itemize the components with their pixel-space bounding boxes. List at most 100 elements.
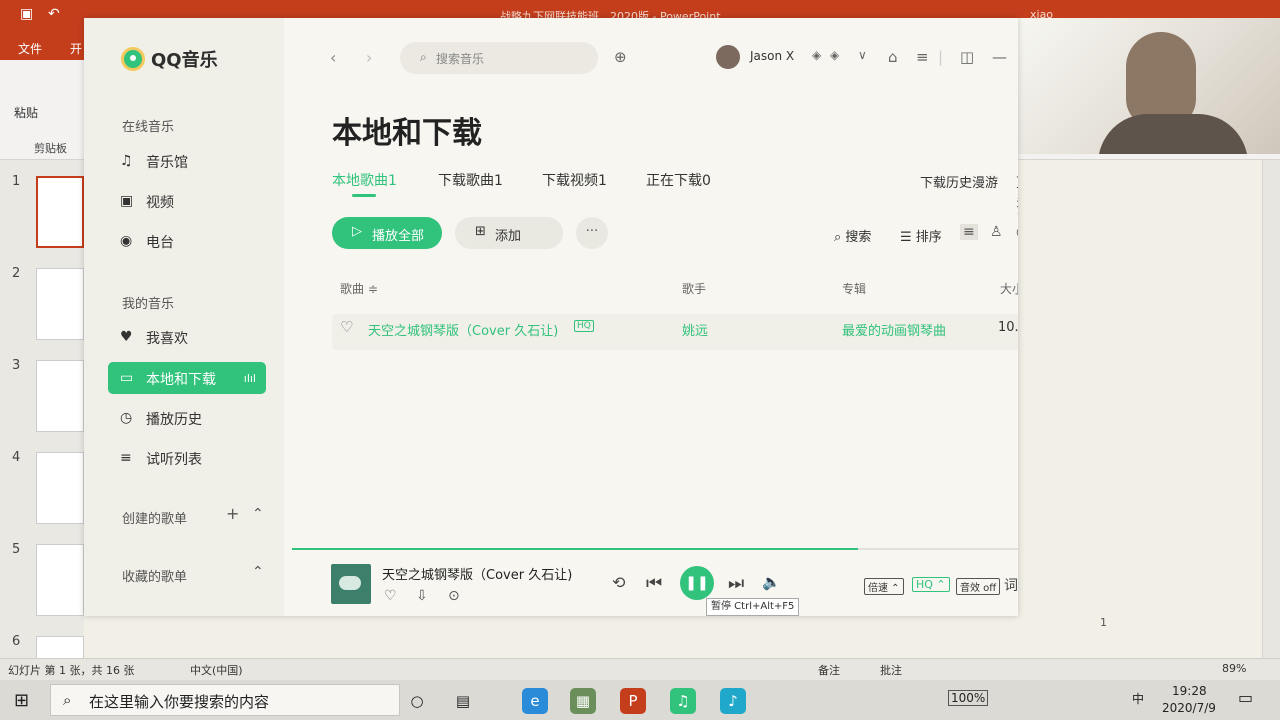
repeat-icon[interactable]: ⟲: [612, 573, 625, 592]
artist-view-icon[interactable]: ♙: [990, 224, 1003, 240]
music-note-icon: ♫: [120, 153, 133, 169]
presenter-shoulders: [1098, 114, 1248, 154]
avatar[interactable]: [716, 45, 740, 69]
now-playing-title[interactable]: 天空之城钢琴版（Cover 久石让): [382, 564, 572, 583]
chevron-up-icon[interactable]: ⌃: [252, 564, 264, 580]
comments-button[interactable]: 批注: [880, 662, 902, 678]
list-view-icon[interactable]: ≡: [960, 224, 978, 240]
more-actions-button[interactable]: ···: [576, 217, 608, 249]
back-arrow-icon[interactable]: ‹: [330, 48, 336, 67]
username[interactable]: Jason X: [750, 49, 794, 63]
chevron-down-icon[interactable]: ∨: [858, 48, 867, 62]
sidebar-item-play-history[interactable]: ◷ 播放历史: [108, 402, 266, 434]
tab-home[interactable]: 开: [70, 40, 82, 57]
battery-indicator[interactable]: 100%: [948, 690, 989, 706]
minimize-icon[interactable]: —: [992, 48, 1007, 66]
slide-thumbnail[interactable]: [36, 268, 84, 340]
local-search-button[interactable]: ⌕ 搜索: [834, 226, 871, 245]
pause-button[interactable]: ❚❚: [680, 566, 714, 600]
lyrics-button[interactable]: 词: [1004, 575, 1018, 595]
language-status[interactable]: 中文(中国): [190, 662, 243, 678]
like-heart-icon[interactable]: ♡: [340, 318, 353, 336]
zoom-level[interactable]: 89%: [1222, 662, 1246, 675]
sidebar-item-trial-list[interactable]: ≡ 试听列表: [108, 442, 266, 474]
created-playlists-label: 创建的歌单: [122, 512, 188, 527]
play-all-button[interactable]: ▷ 播放全部: [332, 217, 442, 249]
column-header-song[interactable]: 歌曲 ≑: [340, 280, 378, 297]
tab-file[interactable]: 文件: [18, 40, 42, 57]
sort-label: 排序: [915, 230, 942, 245]
tab-downloaded-videos[interactable]: 下载视频1: [542, 170, 607, 190]
windows-start-icon[interactable]: ⊞: [14, 690, 29, 711]
taskbar-search[interactable]: ⌕ 在这里输入你要搜索的内容: [50, 684, 400, 716]
download-icon[interactable]: ⇩: [416, 588, 428, 604]
clock-date[interactable]: 2020/7/9: [1162, 701, 1216, 715]
sidebar-item-music-hall[interactable]: ♫ 音乐馆: [108, 145, 266, 177]
vip-badge-icon[interactable]: ◈: [812, 48, 821, 62]
artist-name[interactable]: 姚远: [682, 320, 708, 339]
undo-icon[interactable]: ↶: [48, 6, 60, 22]
skin-icon[interactable]: ⌂: [888, 48, 898, 66]
edge-icon[interactable]: e: [522, 688, 548, 714]
album-name[interactable]: 最爱的动画钢琴曲: [842, 320, 946, 339]
slide-thumbnail[interactable]: [36, 636, 84, 660]
heart-icon[interactable]: ♡: [384, 588, 397, 604]
slide-thumbnail[interactable]: [36, 176, 84, 248]
more-dropdown[interactable]: 更多 ∨: [1016, 172, 1018, 225]
level-badge-icon[interactable]: ◈: [830, 48, 839, 62]
slide-thumbnail[interactable]: [36, 544, 84, 616]
sidebar-item-label: 电台: [146, 235, 174, 251]
sidebar-item-favorites[interactable]: ♥ 我喜欢: [108, 321, 266, 353]
music-app-icon[interactable]: ♪: [720, 688, 746, 714]
mini-mode-icon[interactable]: ◫: [960, 48, 974, 66]
sound-effect-button[interactable]: 音效 off: [956, 578, 1001, 595]
tooltip: 暂停 Ctrl+Alt+F5: [706, 598, 800, 616]
volume-icon[interactable]: 🔈: [762, 573, 781, 591]
paste-button[interactable]: 粘贴: [14, 104, 38, 121]
quality-label: HQ: [916, 578, 933, 591]
download-history-link[interactable]: 下载历史漫游: [920, 172, 998, 191]
tab-downloading[interactable]: 正在下载0: [646, 170, 711, 190]
tab-local-songs[interactable]: 本地歌曲1: [332, 170, 397, 190]
notes-button[interactable]: 备注: [818, 662, 840, 678]
speed-button[interactable]: 倍速 ⌃: [864, 578, 904, 595]
ime-indicator[interactable]: 中: [1132, 690, 1144, 707]
slide-thumbnail[interactable]: [36, 452, 84, 524]
add-button[interactable]: ⊞ 添加: [455, 217, 563, 249]
forward-arrow-icon[interactable]: ›: [366, 48, 372, 67]
app-icon[interactable]: ▦: [570, 688, 596, 714]
powerpoint-icon[interactable]: P: [620, 688, 646, 714]
clock-time[interactable]: 19:28: [1172, 684, 1207, 698]
album-view-icon[interactable]: ◎: [1016, 224, 1018, 240]
slide-canvas[interactable]: [1104, 160, 1260, 660]
search-input[interactable]: ⌕ 搜索音乐: [400, 42, 598, 74]
vertical-scrollbar[interactable]: [1262, 160, 1280, 660]
multitask-icon[interactable]: ▤: [450, 688, 476, 714]
song-title[interactable]: 天空之城钢琴版（Cover 久石让): [368, 320, 558, 339]
album-cover[interactable]: [331, 564, 371, 604]
previous-icon[interactable]: ⏮: [646, 573, 662, 594]
qq-music-logo[interactable]: QQ音乐: [121, 46, 218, 72]
qq-music-taskbar-icon[interactable]: ♫: [670, 688, 696, 714]
sidebar-item-local-downloads[interactable]: ▭ 本地和下载 ılıl: [108, 362, 266, 394]
sidebar-item-radio[interactable]: ◉ 电台: [108, 225, 266, 257]
tab-downloaded-songs[interactable]: 下载歌曲1: [438, 170, 503, 190]
more-label: 更多: [1016, 176, 1018, 210]
save-icon[interactable]: ▣: [20, 6, 33, 22]
collected-playlists-label: 收藏的歌单: [122, 570, 188, 585]
more-icon[interactable]: ⊙: [448, 588, 460, 604]
sort-button[interactable]: ☰ 排序: [900, 226, 942, 245]
next-icon[interactable]: ⏭: [728, 573, 744, 594]
page-number: 1: [1100, 616, 1107, 629]
menu-icon[interactable]: ≡: [916, 48, 929, 66]
webcam-overlay: [1018, 18, 1280, 154]
quality-button[interactable]: HQ ⌃: [912, 577, 950, 592]
heart-icon: ♥: [120, 329, 133, 345]
add-playlist-icon[interactable]: +: [226, 504, 239, 523]
task-view-icon[interactable]: ○: [404, 688, 430, 714]
download-icon[interactable]: ⊕: [614, 48, 627, 66]
slide-thumbnail[interactable]: [36, 360, 84, 432]
sidebar-item-video[interactable]: ▣ 视频: [108, 185, 266, 217]
notification-icon[interactable]: ▭: [1238, 688, 1253, 707]
chevron-up-icon[interactable]: ⌃: [252, 506, 264, 522]
